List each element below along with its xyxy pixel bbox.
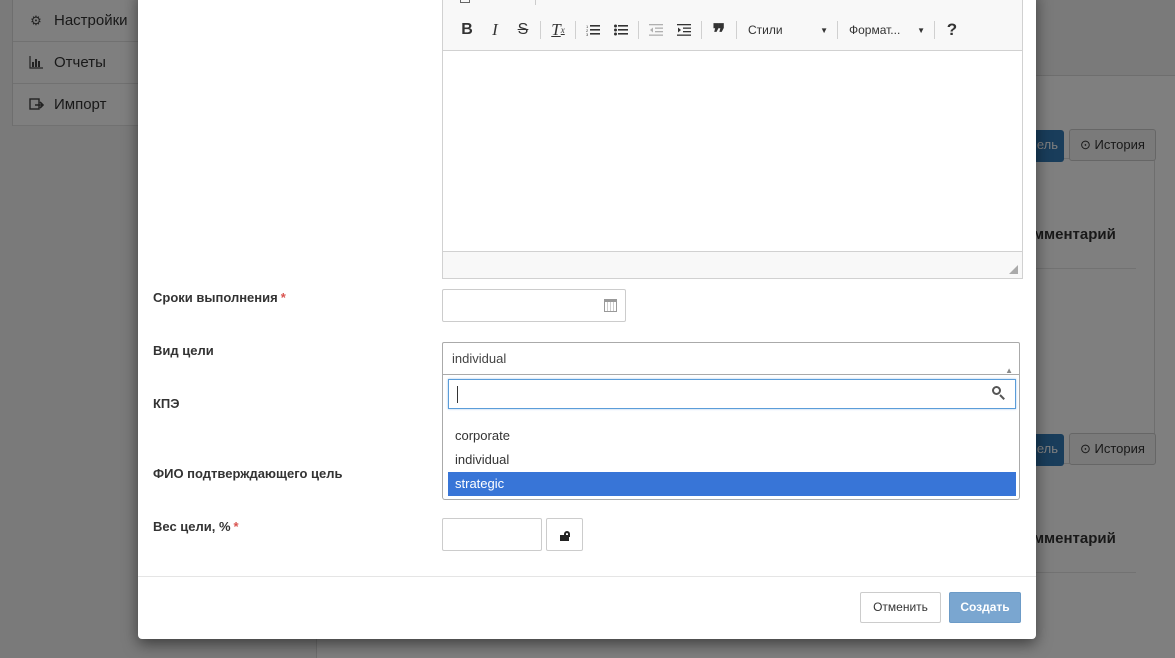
toolbar-separator	[736, 21, 737, 39]
strikethrough-button[interactable]: S	[509, 18, 537, 42]
bulleted-list-icon	[614, 24, 628, 36]
resize-grip-icon[interactable]	[1009, 265, 1018, 274]
unlock-button[interactable]	[546, 518, 583, 551]
deadline-label-text: Сроки выполнения	[153, 290, 278, 305]
search-icon	[992, 386, 1006, 400]
italic-button[interactable]: I	[481, 18, 509, 42]
numbered-list-button[interactable]: 123	[579, 18, 607, 42]
caret-down-icon: ▼	[917, 25, 925, 35]
text-cursor	[457, 386, 458, 403]
toolbar-separator	[837, 21, 838, 39]
toolbar-separator	[575, 21, 576, 39]
required-marker: *	[280, 290, 286, 305]
format-combo[interactable]: Формат... ▼	[841, 18, 931, 42]
editor-status-bar	[443, 251, 1022, 278]
blockquote-button[interactable]: ❞	[705, 18, 733, 46]
weight-input[interactable]	[442, 518, 542, 551]
goal-type-label: Вид цели	[153, 343, 214, 358]
approver-label: ФИО подтверждающего цель	[153, 466, 343, 481]
create-goal-modal: B I S Tx 123 ❞ Стили ▼ Формат... ▼ ? Сро…	[138, 0, 1036, 639]
styles-combo[interactable]: Стили ▼	[740, 18, 834, 42]
weight-label: Вес цели, % *	[153, 519, 239, 534]
styles-combo-label: Стили	[748, 23, 783, 37]
format-combo-label: Формат...	[849, 23, 901, 37]
indent-button[interactable]	[670, 18, 698, 42]
modal-footer-divider	[138, 576, 1036, 577]
unlock-icon	[560, 531, 570, 541]
editor-toolbar-area: B I S Tx 123 ❞ Стили ▼ Формат... ▼ ?	[443, 0, 1022, 51]
toolbar-separator	[934, 21, 935, 39]
weight-label-text: Вес цели, %	[153, 519, 231, 534]
toolbar-separator	[535, 0, 536, 5]
caret-down-icon: ▼	[820, 25, 828, 35]
goal-type-search-input[interactable]	[448, 379, 1016, 409]
option-individual[interactable]: individual	[448, 448, 1016, 472]
editor-toolbar-row-1	[459, 0, 539, 5]
editor-toolbar: B I S Tx 123 ❞ Стили ▼ Формат... ▼ ?	[453, 18, 966, 46]
kpi-label: КПЭ	[153, 396, 180, 411]
remove-format-button[interactable]: Tx	[544, 18, 572, 42]
goal-type-options: corporate individual strategic	[448, 424, 1016, 496]
deadline-label: Сроки выполнения *	[153, 290, 286, 305]
option-corporate[interactable]: corporate	[448, 424, 1016, 448]
outdent-button[interactable]	[642, 18, 670, 42]
calendar-icon[interactable]	[604, 299, 617, 312]
goal-type-select[interactable]: individual ▲	[442, 342, 1020, 375]
editor-content-area[interactable]	[443, 51, 1022, 251]
option-strategic[interactable]: strategic	[448, 472, 1016, 496]
bold-button[interactable]: B	[453, 18, 481, 42]
goal-type-selected-value: individual	[452, 351, 507, 366]
toolbar-separator	[540, 21, 541, 39]
goal-type-dropdown: corporate individual strategic	[442, 375, 1020, 500]
svg-text:3: 3	[586, 32, 589, 36]
source-icon[interactable]	[460, 0, 470, 3]
toolbar-separator	[701, 21, 702, 39]
required-marker: *	[233, 519, 239, 534]
outdent-icon	[649, 24, 663, 36]
cancel-button[interactable]: Отменить	[860, 592, 941, 623]
help-button[interactable]: ?	[938, 18, 966, 42]
deadline-date-input[interactable]	[442, 289, 626, 322]
numbered-list-icon: 123	[586, 24, 600, 36]
indent-icon	[677, 24, 691, 36]
bulleted-list-button[interactable]	[607, 18, 635, 42]
description-editor: B I S Tx 123 ❞ Стили ▼ Формат... ▼ ?	[442, 0, 1023, 279]
toolbar-separator	[638, 21, 639, 39]
create-button[interactable]: Создать	[949, 592, 1021, 623]
